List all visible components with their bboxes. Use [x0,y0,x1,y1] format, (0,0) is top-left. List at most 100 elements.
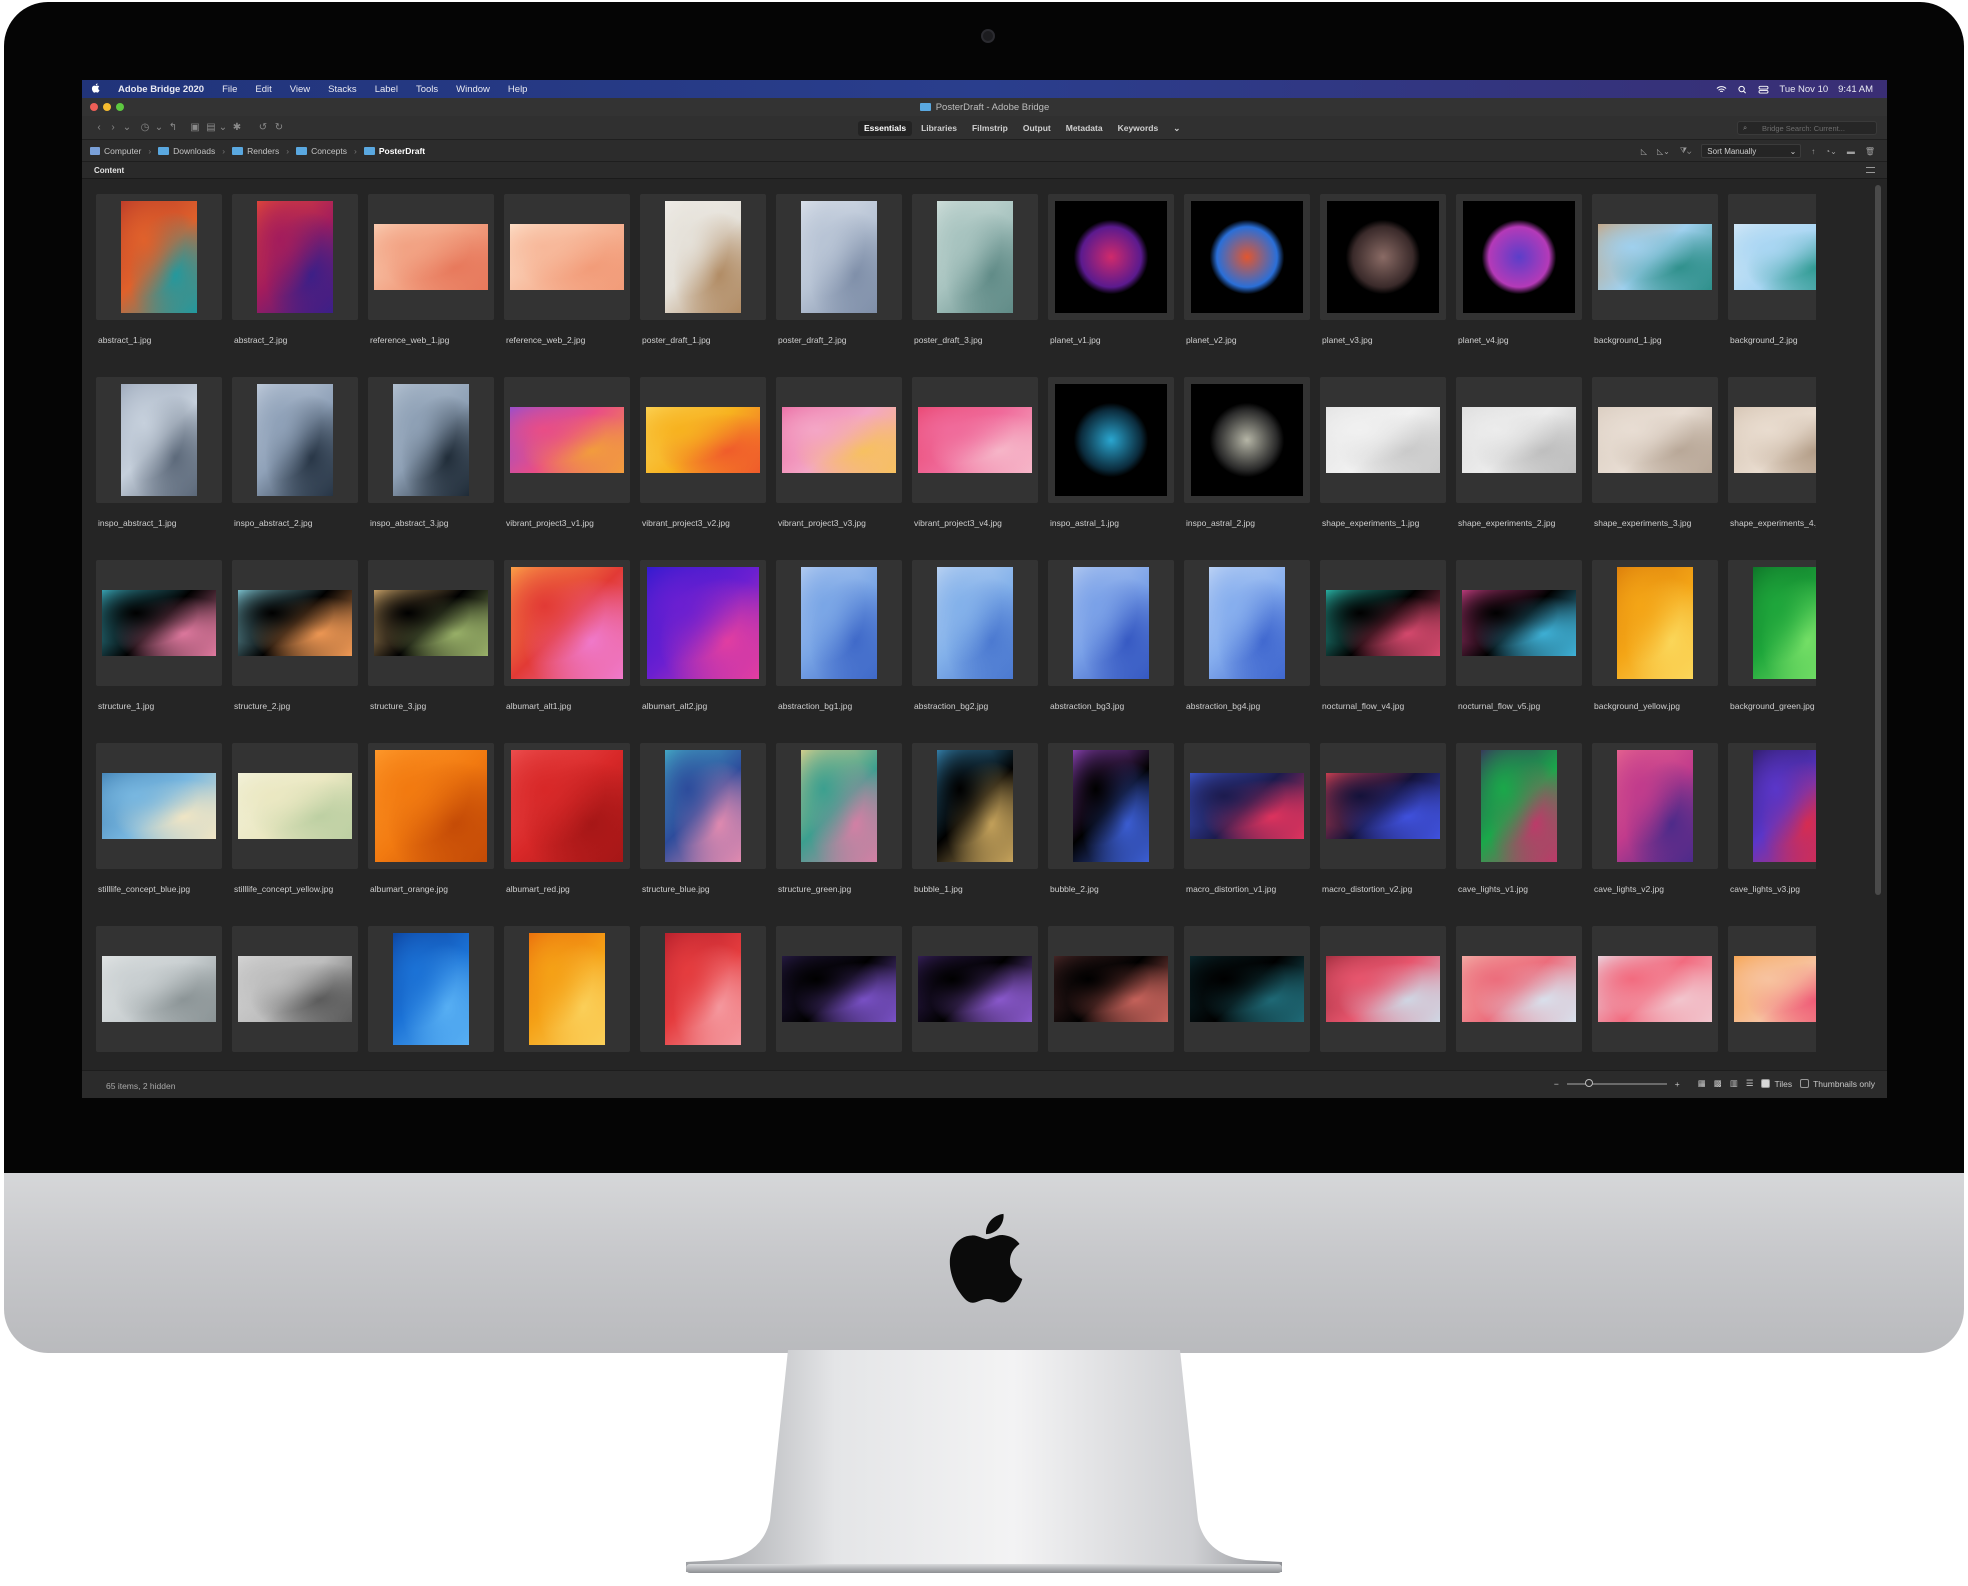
thumbnail-tile[interactable] [368,194,494,320]
thumbnail-tile[interactable] [368,926,494,1052]
thumbnail-filename[interactable]: abstraction_bg2.jpg [914,701,1044,711]
thumbnail-filename[interactable]: structure_blue.jpg [642,884,772,894]
thumbnail-tile[interactable] [1592,926,1718,1052]
thumbnail-filename[interactable]: structure_3.jpg [370,701,500,711]
thumbnail-filename[interactable]: inspo_abstract_2.jpg [234,518,364,528]
thumbnail-tile[interactable] [504,377,630,503]
thumbnail-filename[interactable]: cave_lights_v2.jpg [1594,884,1724,894]
quality-icon[interactable]: ◺ [1641,147,1647,156]
thumbnail-filename[interactable]: reference_web_1.jpg [370,335,500,345]
menu-tools[interactable]: Tools [407,84,447,95]
thumbnail-tile[interactable] [1592,743,1718,869]
thumbnail-filename[interactable]: cave_lights_v1.jpg [1458,884,1588,894]
thumbnail-tile[interactable] [1048,194,1174,320]
thumbnail-filename[interactable]: abstract_1.jpg [98,335,228,345]
thumbnail-tile[interactable] [1728,194,1816,320]
thumbnail-filename[interactable]: inspo_abstract_3.jpg [370,518,500,528]
thumbnail-filename[interactable]: inspo_abstract_1.jpg [98,518,228,528]
thumbnail-tile[interactable] [232,377,358,503]
thumbnail-filename[interactable]: background_2.jpg [1730,335,1816,345]
return-to-photoshop-icon[interactable]: ↰ [168,123,178,133]
thumbnail-tile[interactable] [1184,194,1310,320]
thumbnail-tile[interactable] [776,194,902,320]
thumbnail-filename[interactable]: vibrant_project3_v1.jpg [506,518,636,528]
thumbnail-tile[interactable] [232,926,358,1052]
thumbnail-tile[interactable] [504,743,630,869]
thumbnail-tile[interactable] [1728,560,1816,686]
thumbnail-tile[interactable] [640,560,766,686]
thumbnail-tile[interactable] [640,377,766,503]
refine-icon[interactable]: ▤ [206,123,216,133]
thumbnail-tile[interactable] [96,194,222,320]
thumbnail-tile[interactable] [1320,377,1446,503]
thumbnail-tile[interactable] [96,926,222,1052]
thumbnail-filename[interactable]: background_yellow.jpg [1594,701,1724,711]
thumbnail-filename[interactable]: shape_experiments_2.jpg [1458,518,1588,528]
thumbnail-tile[interactable] [640,194,766,320]
menu-view[interactable]: View [281,84,319,95]
thumbnail-tile[interactable] [232,194,358,320]
zoom-window-button[interactable] [116,103,124,111]
menu-edit[interactable]: Edit [246,84,280,95]
thumbnail-tile[interactable] [1184,560,1310,686]
workspace-essentials[interactable]: Essentials [858,121,913,136]
thumbnail-filename[interactable]: macro_distortion_v2.jpg [1322,884,1452,894]
thumbnail-filename[interactable]: shape_experiments_4.jpg [1730,518,1816,528]
breadcrumb-posterdraft[interactable]: PosterDraft [363,146,425,156]
thumbnail-filename[interactable]: abstraction_bg1.jpg [778,701,908,711]
filter-icon[interactable]: ⧩⌄ [1680,146,1691,156]
thumbnail-size-slider[interactable] [1566,1078,1667,1087]
thumbnail-tile[interactable] [504,926,630,1052]
breadcrumb-concepts[interactable]: Concepts [296,146,347,156]
thumbnail-tile[interactable] [504,194,630,320]
thumbnail-tile[interactable] [1184,377,1310,503]
thumbnail-filename[interactable]: abstraction_bg4.jpg [1186,701,1316,711]
thumbnail-filename[interactable]: poster_draft_2.jpg [778,335,908,345]
workspace-output[interactable]: Output [1017,121,1057,136]
thumbnail-tile[interactable] [776,743,902,869]
thumbnail-tile[interactable] [776,560,902,686]
search-input[interactable]: ⌕ Bridge Search: Current... [1737,121,1877,135]
details-view-icon[interactable]: ▥ [1730,1078,1738,1089]
thumbnail-tile[interactable] [1048,926,1174,1052]
publish-icon[interactable]: ✱ [232,123,242,133]
thumbnail-tile[interactable] [1728,743,1816,869]
slider-knob[interactable] [1584,1078,1593,1087]
menu-stacks[interactable]: Stacks [319,84,366,95]
thumbnail-filename[interactable]: bubble_2.jpg [1050,884,1180,894]
thumbnail-filename[interactable]: shape_experiments_3.jpg [1594,518,1724,528]
thumbnail-filename[interactable]: stilllife_concept_blue.jpg [98,884,228,894]
breadcrumb-renders[interactable]: Renders [232,146,279,156]
thumbnail-filename[interactable]: abstract_2.jpg [234,335,364,345]
thumbnail-tile[interactable] [96,560,222,686]
thumbnail-tile[interactable] [1048,743,1174,869]
thumbnail-tile[interactable] [640,743,766,869]
thumbnail-filename[interactable]: albumart_alt1.jpg [506,701,636,711]
thumbnail-tile[interactable] [1456,377,1582,503]
thumbnail-view-icon[interactable]: ▩ [1714,1078,1722,1089]
thumbnail-tile[interactable] [912,743,1038,869]
workspace-more-chevron-icon[interactable]: ⌄ [1167,121,1186,136]
thumbnails-only-checkbox[interactable]: Thumbnails only [1800,1078,1875,1089]
thumbnail-filename[interactable]: inspo_astral_1.jpg [1050,518,1180,528]
thumbnail-filename[interactable]: inspo_astral_2.jpg [1186,518,1316,528]
thumbnail-filename[interactable]: vibrant_project3_v3.jpg [778,518,908,528]
rotate-right-icon[interactable]: ↻ [274,123,284,133]
spotlight-icon[interactable] [1737,85,1748,94]
rotate-left-icon[interactable]: ↺ [258,123,268,133]
thumbnail-tile[interactable] [96,743,222,869]
content-panel-title[interactable]: Content [94,166,124,175]
thumbnail-tile[interactable] [1320,194,1446,320]
thumbnail-filename[interactable]: structure_2.jpg [234,701,364,711]
thumbnail-filename[interactable]: albumart_alt2.jpg [642,701,772,711]
thumbnail-filename[interactable]: planet_v2.jpg [1186,335,1316,345]
thumbnail-tile[interactable] [912,377,1038,503]
sort-dropdown[interactable]: Sort Manually ⌄ [1701,144,1802,158]
menu-window[interactable]: Window [447,84,499,95]
breadcrumb-downloads[interactable]: Downloads [158,146,215,156]
thumbnail-filename[interactable]: vibrant_project3_v2.jpg [642,518,772,528]
thumbnail-tile[interactable] [1728,377,1816,503]
grid-lock-icon[interactable]: ▦ [1698,1078,1706,1089]
zoom-in-icon[interactable]: + [1675,1079,1680,1089]
thumbnail-filename[interactable]: poster_draft_1.jpg [642,335,772,345]
